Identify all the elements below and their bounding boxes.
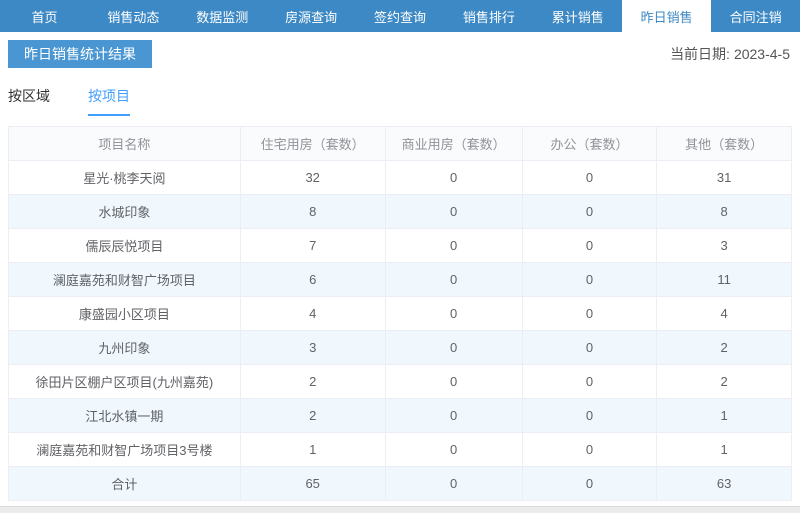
count-cell: 11: [657, 263, 792, 297]
table-row: 九州印象3002: [9, 331, 792, 365]
project-name-cell: 康盛园小区项目: [9, 297, 241, 331]
column-header-other: 其他（套数）: [657, 127, 792, 161]
table-row: 澜庭嘉苑和财智广场项目3号楼1001: [9, 433, 792, 467]
top-navigation: 首页 销售动态 数据监测 房源查询 签约查询 销售排行 累计销售 昨日销售 合同…: [0, 0, 800, 32]
count-cell: 0: [522, 161, 657, 195]
count-cell: 4: [240, 297, 385, 331]
table-row: 徐田片区棚户区项目(九州嘉苑)2002: [9, 365, 792, 399]
current-date-label: 当前日期:: [670, 46, 730, 62]
count-cell: 7: [240, 229, 385, 263]
table-row: 江北水镇一期2001: [9, 399, 792, 433]
count-cell: 0: [385, 365, 522, 399]
tab-by-project[interactable]: 按项目: [88, 86, 130, 116]
main-content: 昨日销售统计结果 当前日期:2023-4-5 按区域 按项目 项目名称 住宅用房…: [0, 40, 800, 501]
count-cell: 0: [385, 229, 522, 263]
project-name-cell: 九州印象: [9, 331, 241, 365]
current-date-value: 2023-4-5: [734, 46, 790, 62]
nav-tab-cumulative-sales[interactable]: 累计销售: [533, 0, 622, 32]
count-cell: 0: [522, 263, 657, 297]
project-name-cell: 江北水镇一期: [9, 399, 241, 433]
project-name-cell: 水城印象: [9, 195, 241, 229]
count-cell: 8: [240, 195, 385, 229]
count-cell: 0: [385, 195, 522, 229]
current-date: 当前日期:2023-4-5: [670, 44, 792, 64]
count-cell: 2: [240, 399, 385, 433]
count-cell: 31: [657, 161, 792, 195]
count-cell: 0: [385, 399, 522, 433]
count-cell: 8: [657, 195, 792, 229]
nav-tab-sales-dynamics[interactable]: 销售动态: [89, 0, 178, 32]
count-cell: 3: [240, 331, 385, 365]
nav-tab-home[interactable]: 首页: [0, 0, 89, 32]
table-row: 水城印象8008: [9, 195, 792, 229]
count-cell: 0: [522, 365, 657, 399]
count-cell: 0: [385, 331, 522, 365]
table-row: 澜庭嘉苑和财智广场项目60011: [9, 263, 792, 297]
count-cell: 1: [240, 433, 385, 467]
project-name-cell: 徐田片区棚户区项目(九州嘉苑): [9, 365, 241, 399]
sales-statistics-table: 项目名称 住宅用房（套数） 商业用房（套数） 办公（套数） 其他（套数） 星光·…: [8, 126, 792, 501]
count-cell: 0: [385, 263, 522, 297]
tab-by-region[interactable]: 按区域: [8, 86, 50, 116]
nav-tab-yesterday-sales[interactable]: 昨日销售: [622, 0, 711, 32]
column-header-residential: 住宅用房（套数）: [240, 127, 385, 161]
page-title: 昨日销售统计结果: [8, 40, 152, 68]
count-cell: 1: [657, 433, 792, 467]
nav-tab-contract-cancellation[interactable]: 合同注销: [711, 0, 800, 32]
title-row: 昨日销售统计结果 当前日期:2023-4-5: [8, 40, 792, 68]
count-cell: 63: [657, 467, 792, 501]
count-cell: 0: [385, 161, 522, 195]
table-header-row: 项目名称 住宅用房（套数） 商业用房（套数） 办公（套数） 其他（套数）: [9, 127, 792, 161]
nav-tab-contract-query[interactable]: 签约查询: [356, 0, 445, 32]
count-cell: 0: [385, 467, 522, 501]
project-name-cell: 合计: [9, 467, 241, 501]
count-cell: 0: [385, 433, 522, 467]
bottom-strip: [0, 506, 800, 513]
column-header-office: 办公（套数）: [522, 127, 657, 161]
count-cell: 0: [522, 399, 657, 433]
count-cell: 0: [522, 229, 657, 263]
count-cell: 1: [657, 399, 792, 433]
nav-tab-sales-ranking[interactable]: 销售排行: [444, 0, 533, 32]
count-cell: 6: [240, 263, 385, 297]
column-header-commercial: 商业用房（套数）: [385, 127, 522, 161]
count-cell: 4: [657, 297, 792, 331]
table-row: 星光·桃李天阅320031: [9, 161, 792, 195]
project-name-cell: 澜庭嘉苑和财智广场项目3号楼: [9, 433, 241, 467]
count-cell: 0: [385, 297, 522, 331]
count-cell: 65: [240, 467, 385, 501]
total-row: 合计650063: [9, 467, 792, 501]
project-name-cell: 澜庭嘉苑和财智广场项目: [9, 263, 241, 297]
count-cell: 32: [240, 161, 385, 195]
count-cell: 0: [522, 195, 657, 229]
count-cell: 0: [522, 331, 657, 365]
table-row: 儒辰辰悦项目7003: [9, 229, 792, 263]
nav-tab-listing-query[interactable]: 房源查询: [267, 0, 356, 32]
count-cell: 2: [240, 365, 385, 399]
count-cell: 2: [657, 331, 792, 365]
table-row: 康盛园小区项目4004: [9, 297, 792, 331]
table-body: 星光·桃李天阅320031水城印象8008儒辰辰悦项目7003澜庭嘉苑和财智广场…: [9, 161, 792, 501]
count-cell: 0: [522, 467, 657, 501]
column-header-project-name: 项目名称: [9, 127, 241, 161]
nav-tab-data-monitoring[interactable]: 数据监测: [178, 0, 267, 32]
project-name-cell: 星光·桃李天阅: [9, 161, 241, 195]
view-switch-tabs: 按区域 按项目: [8, 86, 792, 116]
count-cell: 0: [522, 297, 657, 331]
project-name-cell: 儒辰辰悦项目: [9, 229, 241, 263]
count-cell: 0: [522, 433, 657, 467]
count-cell: 2: [657, 365, 792, 399]
count-cell: 3: [657, 229, 792, 263]
